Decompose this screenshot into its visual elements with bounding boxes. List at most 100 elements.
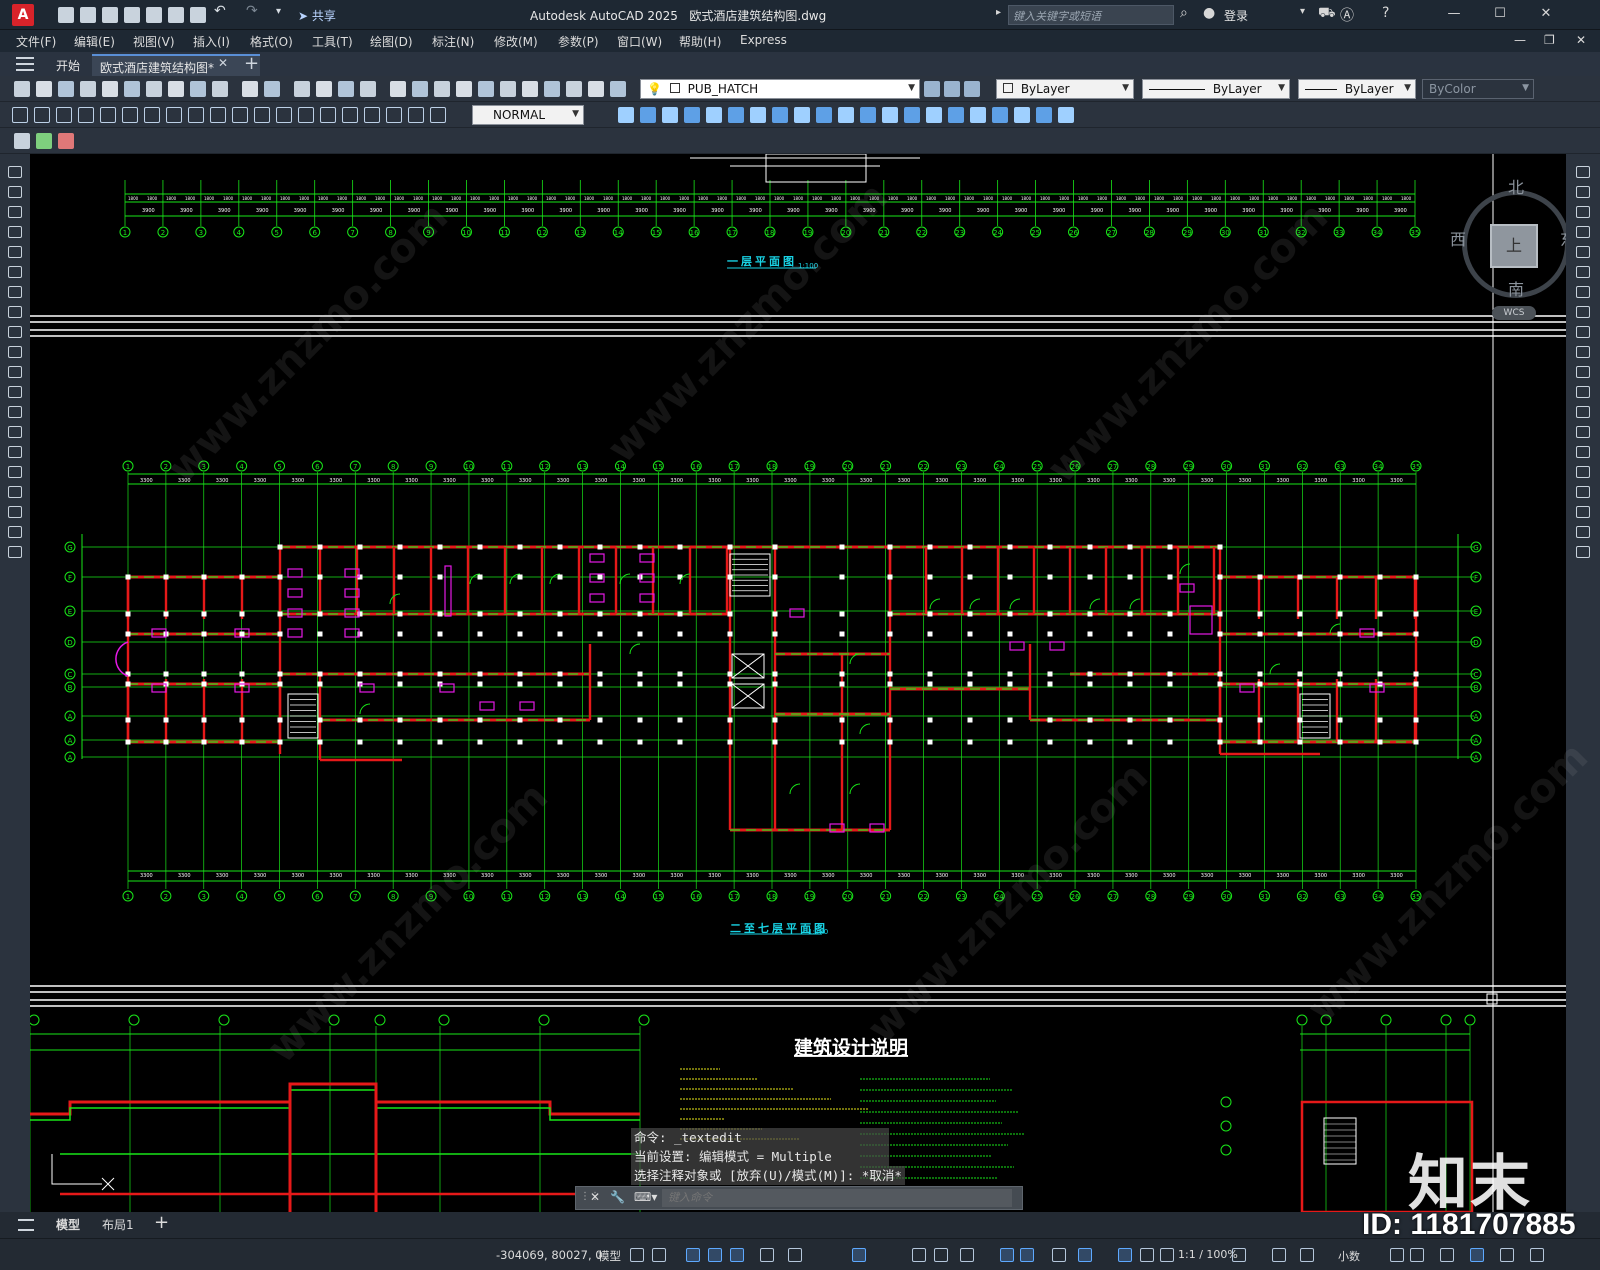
circle-icon[interactable] xyxy=(8,286,22,298)
menu-hamburger-icon[interactable] xyxy=(16,57,34,71)
selection-cycling-icon[interactable] xyxy=(960,1248,974,1262)
help-icon[interactable] xyxy=(522,81,538,97)
attribute-icon[interactable] xyxy=(58,133,74,149)
menu-modify[interactable]: 修改(M) xyxy=(494,33,538,50)
insert-block-icon[interactable] xyxy=(36,133,52,149)
plot-icon[interactable] xyxy=(190,7,206,23)
solid-edit-icon[interactable] xyxy=(948,107,964,123)
quick-properties-icon[interactable] xyxy=(1390,1248,1404,1262)
jogged-linear-icon[interactable] xyxy=(364,107,380,123)
pan-icon[interactable] xyxy=(294,81,310,97)
customize-icon[interactable] xyxy=(1530,1248,1544,1262)
maximize-button[interactable]: ☐ xyxy=(1490,6,1510,24)
viewcube[interactable]: 北 南 西 东 上 WCS xyxy=(1450,174,1566,324)
copy-icon[interactable] xyxy=(168,81,184,97)
make-current-icon[interactable] xyxy=(588,81,604,97)
menu-file[interactable]: 文件(F) xyxy=(16,33,56,50)
ortho-icon[interactable] xyxy=(708,1248,722,1262)
jogged-dim-icon[interactable] xyxy=(122,107,138,123)
linear-dim-icon[interactable] xyxy=(12,107,28,123)
diameter-dim-icon[interactable] xyxy=(144,107,160,123)
customize-qat-icon[interactable]: ▾ xyxy=(276,6,292,22)
menu-help[interactable]: 帮助(H) xyxy=(679,33,721,50)
osnap-tracking-icon[interactable] xyxy=(788,1248,802,1262)
layer-match-icon[interactable] xyxy=(924,81,940,97)
explode-icon[interactable] xyxy=(1576,506,1590,518)
rectangle-icon[interactable] xyxy=(8,246,22,258)
view-left-icon[interactable] xyxy=(662,107,678,123)
space-dim-icon[interactable] xyxy=(254,107,270,123)
break-dim-icon[interactable] xyxy=(276,107,292,123)
tab-drawing[interactable]: 欧式酒店建筑结构图* xyxy=(92,54,260,76)
tab-layout1[interactable]: 布局1 xyxy=(102,1216,134,1233)
auto-scale-icon[interactable] xyxy=(1140,1248,1154,1262)
autodesk-app-icon[interactable]: Ⓐ xyxy=(1340,5,1354,25)
grid-icon[interactable] xyxy=(630,1248,644,1262)
units-display[interactable]: 小数 xyxy=(1338,1248,1360,1264)
viewcube-top-face[interactable]: 上 xyxy=(1490,224,1538,268)
publish-icon[interactable] xyxy=(124,81,140,97)
inspect-icon[interactable] xyxy=(342,107,358,123)
redo-icon[interactable]: ↷ xyxy=(246,3,262,19)
spline-icon[interactable] xyxy=(8,326,22,338)
materials-icon[interactable] xyxy=(860,107,876,123)
command-prompt-icon[interactable]: ⌨▾ xyxy=(634,1190,657,1204)
menu-view[interactable]: 视图(V) xyxy=(133,33,175,50)
join-icon[interactable] xyxy=(1576,426,1590,438)
lights-icon[interactable] xyxy=(838,107,854,123)
visual-style-icon[interactable] xyxy=(794,107,810,123)
paste-icon[interactable] xyxy=(190,81,206,97)
layout-menu-icon[interactable] xyxy=(18,1219,34,1231)
gradient-icon[interactable] xyxy=(8,466,22,478)
move-icon[interactable] xyxy=(1576,266,1590,278)
tolerance-icon[interactable] xyxy=(298,107,314,123)
view-right-icon[interactable] xyxy=(684,107,700,123)
line-icon[interactable] xyxy=(8,166,22,178)
quick-dim-icon[interactable] xyxy=(188,107,204,123)
command-close-icon[interactable]: ✕ xyxy=(590,1190,600,1204)
menu-draw[interactable]: 绘图(D) xyxy=(370,33,413,50)
menu-dimension[interactable]: 标注(N) xyxy=(432,33,474,50)
annotation-scale-icon[interactable] xyxy=(1160,1248,1174,1262)
zoom-window-icon[interactable] xyxy=(338,81,354,97)
layer-iso-icon[interactable] xyxy=(944,81,960,97)
save-as-icon[interactable] xyxy=(124,7,140,23)
annotation-scale[interactable]: 1:1 / 100% xyxy=(1178,1248,1238,1261)
markup-icon[interactable] xyxy=(478,81,494,97)
snap-icon[interactable] xyxy=(652,1248,666,1262)
ordinate-dim-icon[interactable] xyxy=(78,107,94,123)
render-icon[interactable] xyxy=(816,107,832,123)
save-web-icon[interactable] xyxy=(168,7,184,23)
zoom-icon[interactable] xyxy=(316,81,332,97)
tool-palettes-icon[interactable] xyxy=(434,81,450,97)
fillet-icon[interactable] xyxy=(1576,466,1590,478)
viewcube-south[interactable]: 南 xyxy=(1508,276,1524,300)
selection-filter-icon[interactable] xyxy=(1052,1248,1066,1262)
cursor-coordinates[interactable]: -304069, 80027, 0 xyxy=(496,1248,603,1262)
open-web-icon[interactable] xyxy=(146,7,162,23)
menu-express[interactable]: Express xyxy=(740,33,787,47)
erase-icon[interactable] xyxy=(1576,166,1590,178)
search-icon[interactable]: ⌕ xyxy=(1180,5,1188,21)
cart-icon[interactable]: ⛟ xyxy=(1318,5,1336,23)
chamfer-icon[interactable] xyxy=(1576,446,1590,458)
transparency-icon[interactable] xyxy=(934,1248,948,1262)
redo-icon[interactable] xyxy=(264,81,280,97)
tab-start[interactable]: 开始 xyxy=(48,54,89,76)
dimstyle-dropdown[interactable]: NORMAL ▼ xyxy=(472,105,584,125)
plot-icon[interactable] xyxy=(80,81,96,97)
extend-icon[interactable] xyxy=(1576,366,1590,378)
orbit-icon[interactable] xyxy=(750,107,766,123)
aligned-dim-icon[interactable] xyxy=(34,107,50,123)
undo-icon[interactable] xyxy=(242,81,258,97)
polygon-icon[interactable] xyxy=(8,226,22,238)
extrude-icon[interactable] xyxy=(970,107,986,123)
block-editor-icon[interactable] xyxy=(14,133,30,149)
dynamic-ucs-icon[interactable] xyxy=(1020,1248,1034,1262)
isodraft-icon[interactable] xyxy=(760,1248,774,1262)
properties-icon[interactable] xyxy=(390,81,406,97)
close-button[interactable]: ✕ xyxy=(1536,6,1556,24)
model-space-toggle[interactable]: 模型 xyxy=(598,1248,621,1264)
intersect-icon[interactable] xyxy=(1058,107,1074,123)
isolate-icon[interactable] xyxy=(1440,1248,1454,1262)
